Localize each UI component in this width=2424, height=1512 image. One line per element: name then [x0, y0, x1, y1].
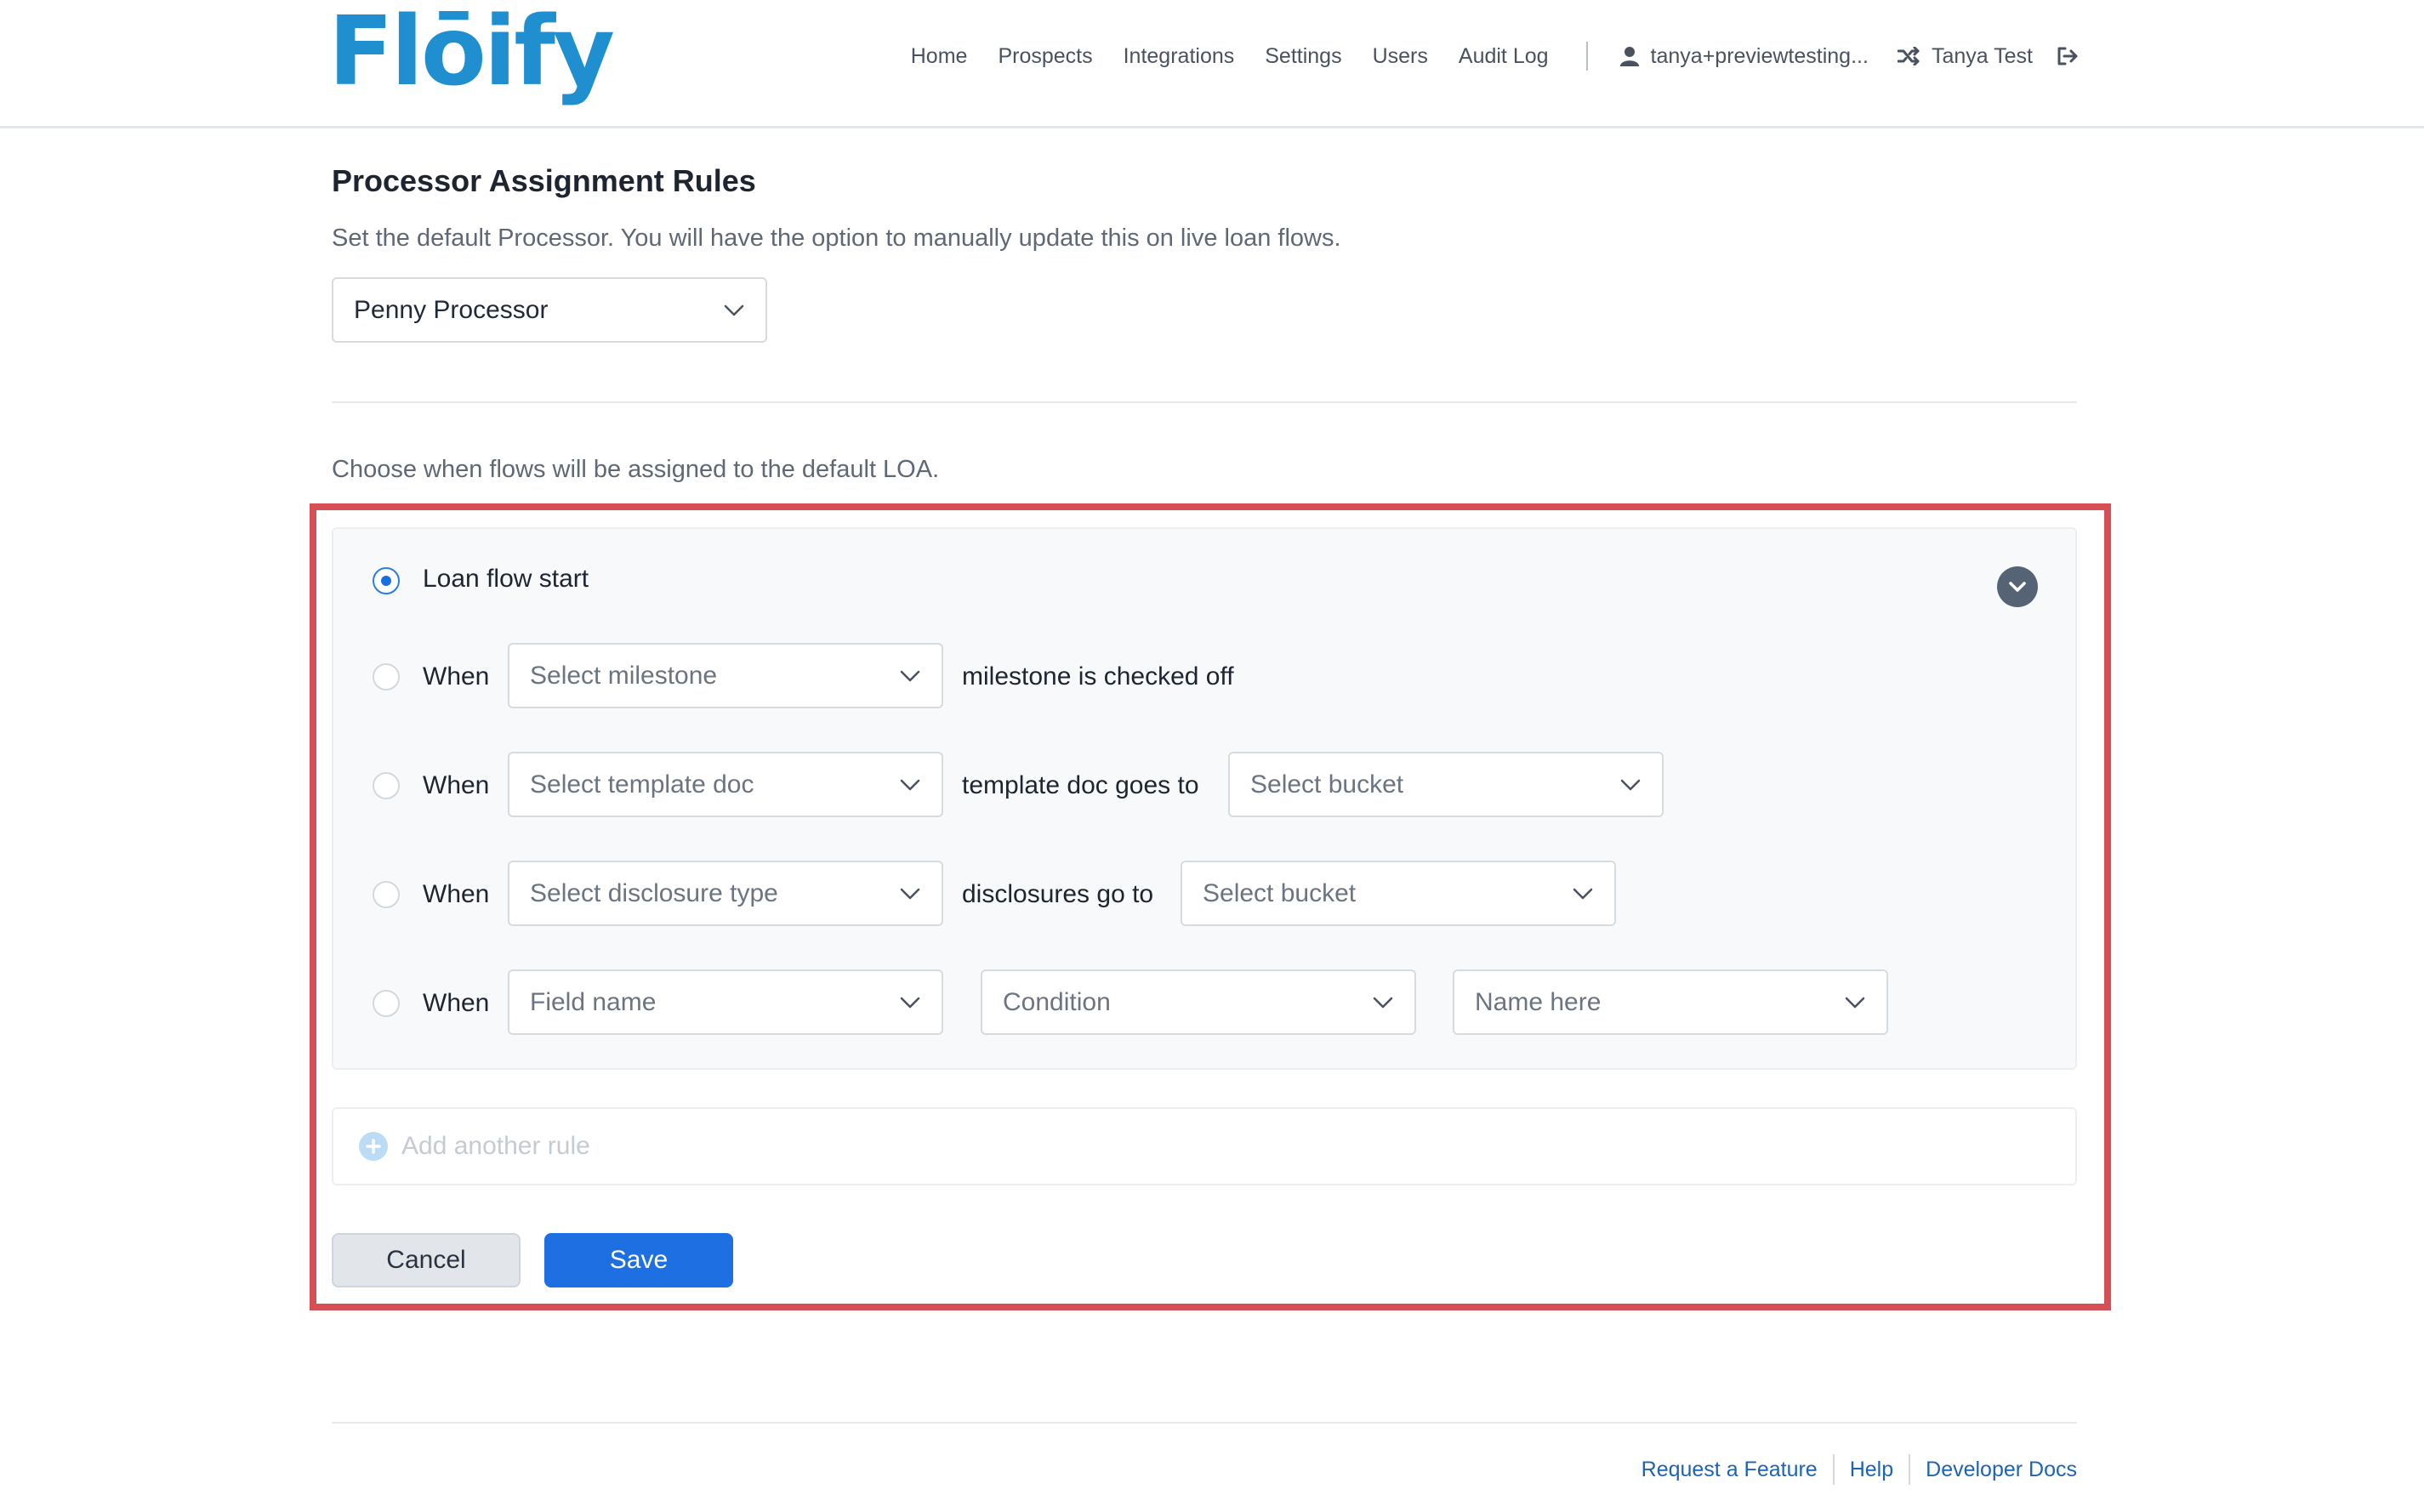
footer-divider — [332, 1422, 2077, 1424]
nav-divider — [1585, 42, 1588, 71]
user-icon — [1619, 46, 1639, 66]
user-email: tanya+previewtesting... — [1650, 43, 1869, 68]
rules-instructions: Choose when flows will be assigned to th… — [332, 456, 940, 483]
nav-integrations[interactable]: Integrations — [1124, 44, 1235, 69]
footer-separator — [1832, 1454, 1835, 1485]
section-divider — [332, 401, 2077, 403]
highlight-box — [310, 503, 2111, 1310]
logout-icon[interactable] — [2057, 46, 2079, 66]
default-processor-select[interactable]: Penny Processor — [332, 277, 767, 343]
footer-separator — [1909, 1454, 1911, 1485]
footer-help[interactable]: Help — [1850, 1458, 1893, 1482]
nav-home[interactable]: Home — [911, 44, 968, 69]
page-title: Processor Assignment Rules — [332, 163, 756, 198]
footer-developer-docs[interactable]: Developer Docs — [1926, 1458, 2077, 1482]
shuffle-icon — [1897, 47, 1920, 65]
floify-logo[interactable]: Flōify — [328, 2, 615, 102]
top-header: Flōify Home Prospects Integrations Setti… — [0, 0, 2424, 128]
chevron-down-icon — [723, 299, 745, 321]
nav-audit-log[interactable]: Audit Log — [1459, 44, 1549, 69]
top-nav: Home Prospects Integrations Settings Use… — [911, 37, 2079, 75]
page-subtitle: Set the default Processor. You will have… — [332, 225, 1341, 252]
footer-links: Request a Feature Help Developer Docs — [1642, 1454, 2077, 1485]
switch-user-name: Tanya Test — [1931, 43, 2033, 68]
footer-request-feature[interactable]: Request a Feature — [1642, 1458, 1818, 1482]
switch-user-menu[interactable]: Tanya Test — [1897, 43, 2033, 69]
nav-settings[interactable]: Settings — [1265, 44, 1341, 69]
default-processor-value: Penny Processor — [354, 295, 549, 324]
nav-users[interactable]: Users — [1373, 44, 1428, 69]
nav-prospects[interactable]: Prospects — [998, 44, 1092, 69]
user-account-menu[interactable]: tanya+previewtesting... — [1619, 43, 1869, 69]
